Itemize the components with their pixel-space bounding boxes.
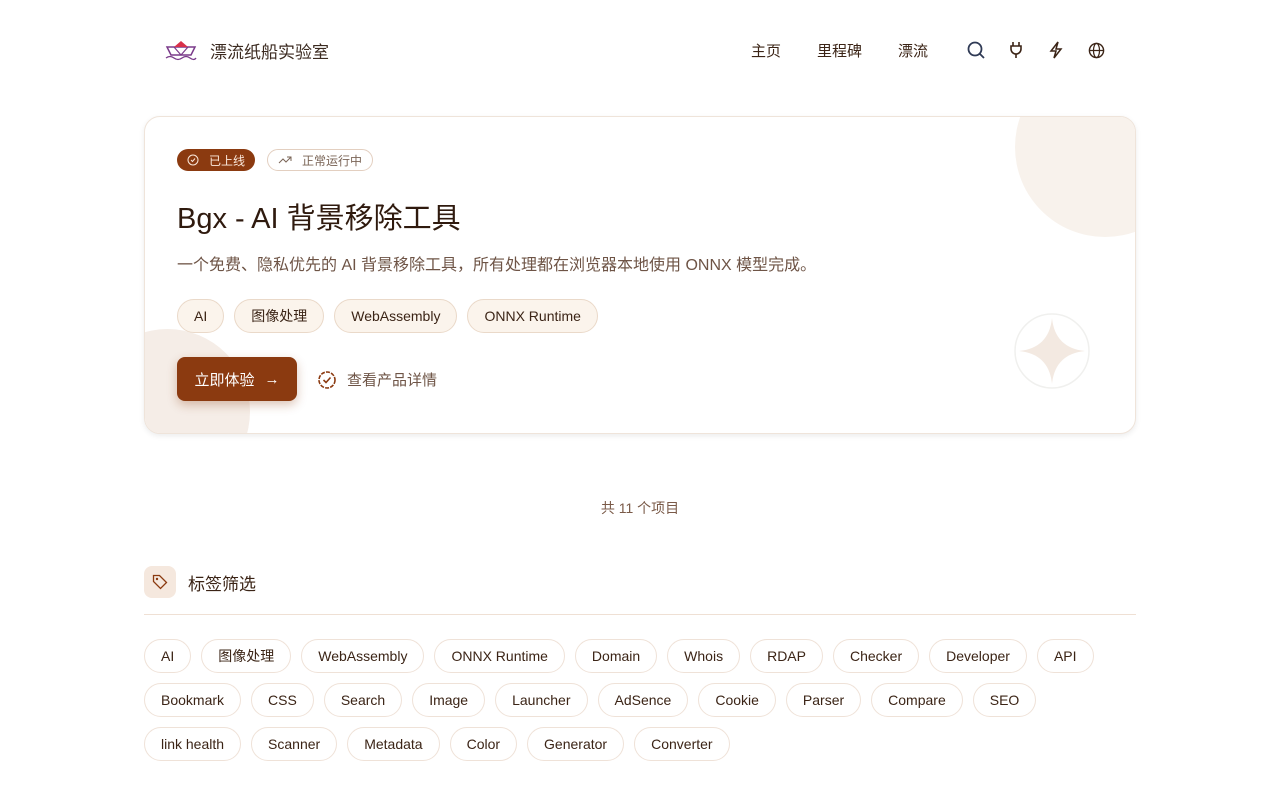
- lightning-icon[interactable]: [1036, 35, 1076, 65]
- filter-tag[interactable]: Bookmark: [144, 683, 242, 717]
- try-now-label: 立即体验: [194, 371, 255, 389]
- filter-tag[interactable]: API: [1036, 639, 1094, 673]
- filter-tag[interactable]: Search: [323, 683, 403, 717]
- arrow-right-icon: →: [264, 370, 280, 388]
- search-icon[interactable]: [956, 35, 996, 65]
- product-tags: AI 图像处理 WebAssembly ONNX Runtime: [177, 299, 598, 333]
- product-tag: AI: [177, 299, 225, 333]
- divider: [144, 614, 1136, 615]
- running-badge: 正常运行中: [267, 149, 374, 171]
- filter-tag[interactable]: Scanner: [251, 727, 338, 761]
- filter-tag[interactable]: Cookie: [698, 683, 776, 717]
- filter-tag[interactable]: Image: [412, 683, 486, 717]
- filter-tag[interactable]: Whois: [667, 639, 741, 673]
- plug-icon[interactable]: [996, 35, 1036, 65]
- filter-tag[interactable]: Parser: [785, 683, 862, 717]
- featured-product-card: 已上线 正常运行中 Bgx - AI 背景移除工具 一个免费、隐私优先的 AI …: [144, 116, 1136, 434]
- filter-tag[interactable]: SEO: [972, 683, 1037, 717]
- filter-tag[interactable]: link health: [144, 727, 242, 761]
- filter-tag[interactable]: Converter: [634, 727, 730, 761]
- product-tag: 图像处理: [234, 299, 325, 333]
- tag-icon: [144, 566, 176, 598]
- product-tag: ONNX Runtime: [467, 299, 598, 333]
- sparkle-icon: [1014, 313, 1090, 389]
- filter-tag[interactable]: Color: [449, 727, 518, 761]
- product-title: Bgx - AI 背景移除工具: [177, 203, 461, 235]
- nav-drift[interactable]: 漂流: [898, 40, 928, 61]
- running-label: 正常运行中: [302, 153, 363, 168]
- filter-tag[interactable]: WebAssembly: [301, 639, 425, 673]
- filter-tag[interactable]: CSS: [251, 683, 314, 717]
- filter-tag[interactable]: 图像处理: [201, 639, 292, 673]
- tag-filter-header: 标签筛选: [144, 566, 256, 598]
- view-details-label: 查看产品详情: [347, 372, 438, 389]
- nav-milestones[interactable]: 里程碑: [817, 40, 862, 61]
- main-nav: 主页 里程碑 漂流: [751, 35, 1116, 65]
- check-circle-icon: [187, 154, 199, 166]
- filter-tag[interactable]: AI: [144, 639, 192, 673]
- product-tag: WebAssembly: [334, 299, 458, 333]
- nav-home[interactable]: 主页: [751, 40, 781, 61]
- filter-tag[interactable]: ONNX Runtime: [434, 639, 565, 673]
- badge-check-icon: [318, 370, 336, 389]
- filter-tag[interactable]: Metadata: [347, 727, 440, 761]
- filter-tag[interactable]: Launcher: [495, 683, 588, 717]
- trending-up-icon: [278, 156, 292, 164]
- filter-tag[interactable]: RDAP: [750, 639, 823, 673]
- filter-tag[interactable]: AdSence: [597, 683, 689, 717]
- site-logo[interactable]: 漂流纸船实验室: [164, 38, 329, 63]
- filter-tag[interactable]: Checker: [832, 639, 920, 673]
- product-description: 一个免费、隐私优先的 AI 背景移除工具，所有处理都在浏览器本地使用 ONNX …: [177, 257, 817, 274]
- paper-boat-icon: [165, 41, 197, 61]
- try-now-button[interactable]: 立即体验 →: [177, 357, 297, 401]
- site-name: 漂流纸船实验室: [210, 42, 329, 62]
- filter-tag[interactable]: Developer: [929, 639, 1027, 673]
- header: 漂流纸船实验室 主页 里程碑 漂流: [164, 30, 1116, 70]
- project-count: 共 11 个项目: [600, 500, 680, 516]
- tag-filter-list: AI 图像处理 WebAssembly ONNX Runtime Domain Whois…: [144, 639, 1136, 761]
- filter-tag[interactable]: Generator: [527, 727, 625, 761]
- decorative-circle: [1015, 117, 1135, 237]
- tag-filter-title: 标签筛选: [188, 574, 256, 594]
- status-badge: 已上线: [177, 149, 256, 171]
- globe-icon[interactable]: [1076, 35, 1116, 65]
- filter-tag[interactable]: Domain: [574, 639, 658, 673]
- filter-tag[interactable]: Compare: [871, 683, 963, 717]
- status-label: 已上线: [209, 153, 246, 168]
- view-details-link[interactable]: 查看产品详情: [317, 369, 437, 390]
